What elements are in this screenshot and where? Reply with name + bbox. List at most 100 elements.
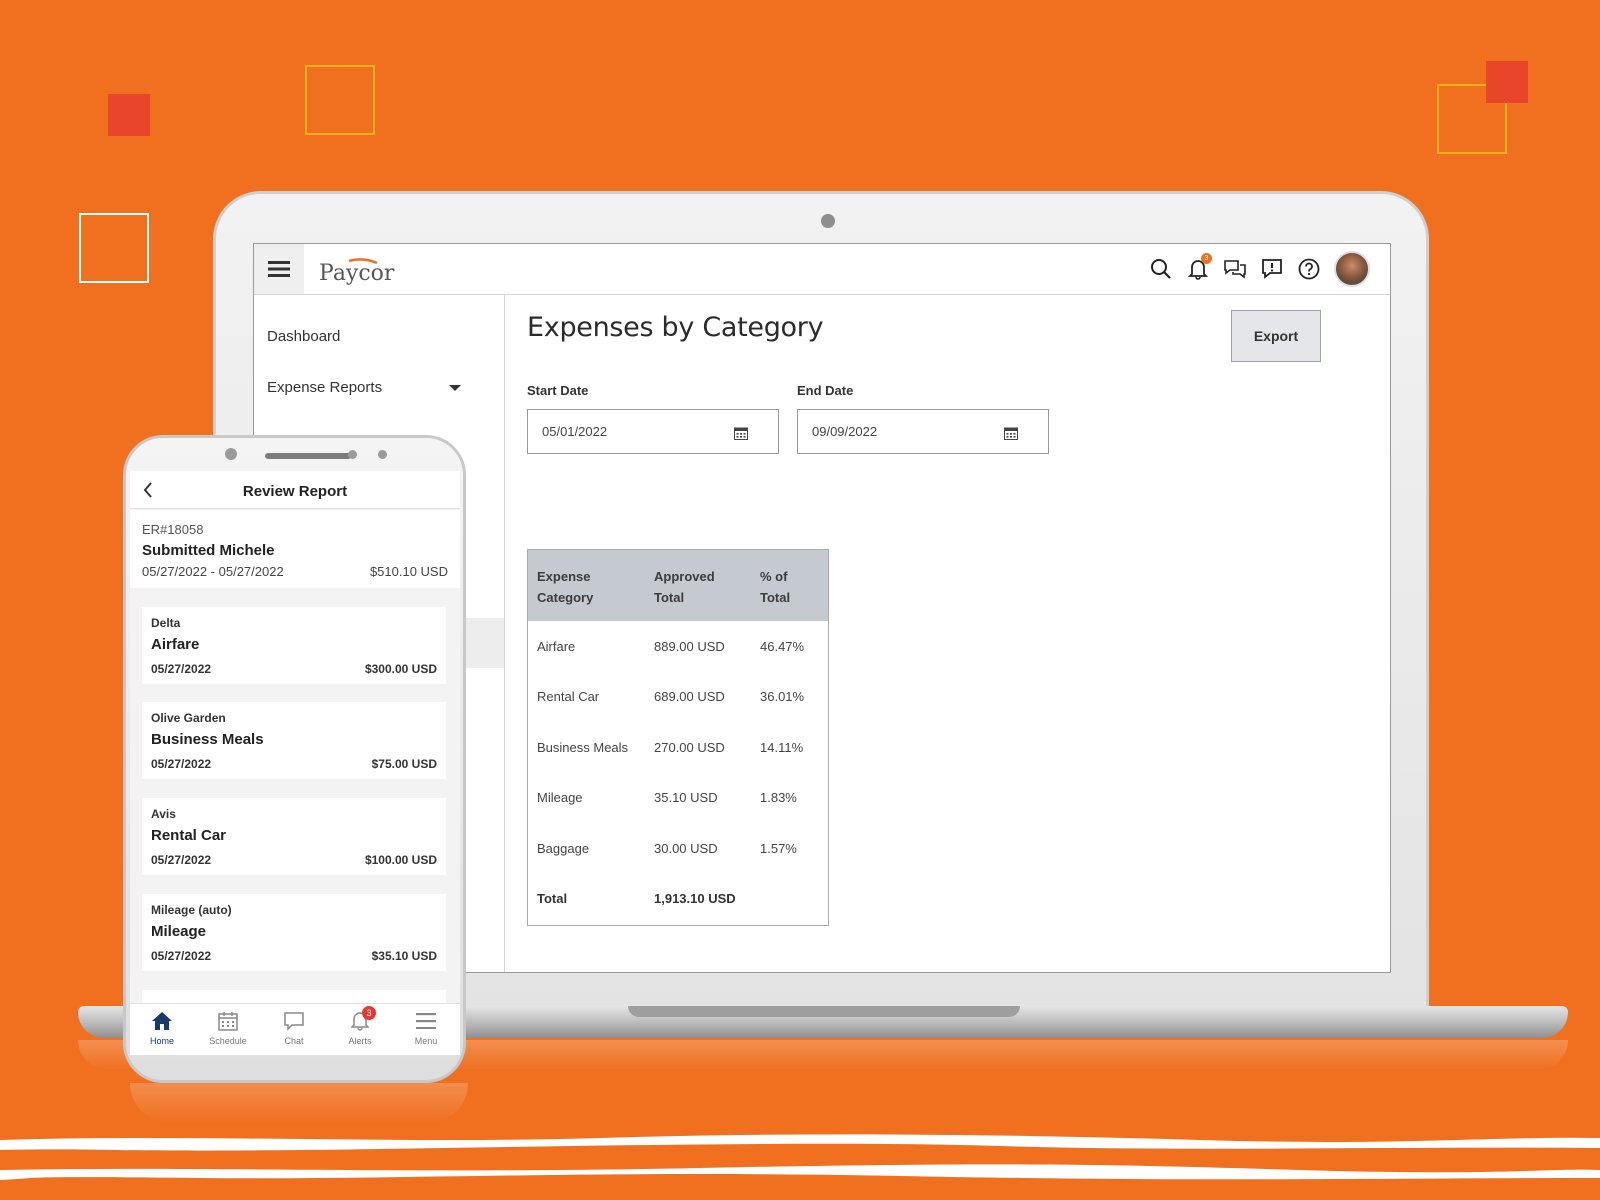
decor-wave-lines: [0, 1134, 1600, 1180]
expense-category: Rental Car: [151, 827, 227, 844]
nav-label: Home: [149, 1036, 174, 1046]
column-header-percent[interactable]: % of Total: [760, 566, 790, 608]
decor-square-white-outline: [79, 213, 149, 283]
report-summary: ER#18058 Submitted Michele 05/27/2022 - …: [130, 510, 460, 588]
cell-total-label: Total: [537, 891, 568, 906]
nav-item-alerts[interactable]: 3 Alerts: [330, 1006, 390, 1046]
paycor-logo[interactable]: Paycor: [319, 255, 409, 286]
start-date-label: Start Date: [527, 383, 589, 398]
hamburger-menu-button[interactable]: [254, 244, 304, 294]
page-title: Expenses by Category: [527, 312, 824, 343]
nav-label: Schedule: [209, 1036, 247, 1046]
end-date-input[interactable]: 09/09/2022: [797, 409, 1049, 454]
expense-amount: $100.00 USD: [364, 853, 437, 867]
cell-total: 35.10 USD: [654, 790, 718, 805]
mobile-page-title: Review Report: [242, 483, 348, 500]
table-row: Mileage 35.10 USD 1.83%: [528, 774, 828, 824]
expense-category: Airfare: [151, 636, 200, 653]
expenses-table: Expense Category Approved Total % of Tot…: [527, 549, 829, 926]
header-line: Total: [654, 590, 685, 605]
header-line: Expense: [537, 569, 591, 584]
search-icon[interactable]: [1149, 257, 1173, 281]
help-icon[interactable]: [1297, 257, 1321, 281]
table-row: Rental Car 689.00 USD 36.01%: [528, 673, 828, 723]
calendar-icon[interactable]: [734, 426, 748, 440]
start-date-input[interactable]: 05/01/2022: [527, 409, 779, 454]
mobile-bottom-nav: Home Schedule Chat 3 Alerts Menu: [130, 1003, 460, 1055]
chevron-down-icon[interactable]: [449, 385, 461, 391]
table-row: Airfare 889.00 USD 46.47%: [528, 623, 828, 673]
table-header: Expense Category Approved Total % of Tot…: [528, 550, 828, 621]
calendar-icon-end[interactable]: [1004, 426, 1018, 440]
sidebar-active-indicator: [464, 618, 504, 668]
export-button[interactable]: Export: [1231, 310, 1321, 362]
cell-total-value: 1,913.10 USD: [654, 891, 736, 906]
expense-vendor: Olive Garden: [151, 711, 226, 725]
nav-label: Menu: [414, 1036, 438, 1046]
phone-reflection: [130, 1083, 468, 1123]
cell-category: Rental Car: [537, 689, 600, 704]
expense-vendor: Delta: [151, 616, 181, 630]
header-line: Total: [760, 590, 791, 605]
mobile-header: Review Report: [130, 471, 460, 509]
expense-date: 05/27/2022: [151, 757, 212, 771]
expense-amount: $35.10 USD: [371, 949, 437, 963]
header-line: % of: [760, 569, 788, 584]
phone-camera: [225, 448, 237, 460]
decor-square-red: [108, 94, 150, 136]
end-date-label: End Date: [797, 383, 854, 398]
home-icon: [152, 1012, 172, 1030]
expense-category: Business Meals: [151, 731, 264, 748]
sidebar-item-dashboard[interactable]: Dashboard: [267, 328, 340, 345]
cell-total: 889.00 USD: [654, 639, 725, 654]
expense-card[interactable]: Delta Airfare 05/27/2022 $300.00 USD: [142, 607, 446, 684]
menu-icon: [416, 1013, 436, 1029]
user-avatar[interactable]: [1334, 251, 1370, 287]
table-row: Baggage 30.00 USD 1.57%: [528, 825, 828, 875]
nav-label: Alerts: [348, 1036, 372, 1046]
phone-sensor-2: [378, 450, 387, 459]
end-date-value: 09/09/2022: [812, 424, 878, 439]
cell-total: 270.00 USD: [654, 740, 725, 755]
cell-category: Business Meals: [537, 740, 629, 755]
expense-card[interactable]: Avis Rental Car 05/27/2022 $100.00 USD: [142, 798, 446, 875]
report-date-range: 05/27/2022 - 05/27/2022: [142, 564, 284, 579]
bell-icon[interactable]: 3: [1186, 253, 1212, 281]
expense-amount: $75.00 USD: [371, 757, 437, 771]
expense-vendor: Mileage (auto): [151, 903, 232, 917]
header-line: Category: [537, 590, 594, 605]
nav-item-chat[interactable]: Chat: [264, 1008, 324, 1046]
laptop-notch: [628, 1006, 1020, 1017]
sidebar-item-expense-reports[interactable]: Expense Reports: [267, 379, 382, 396]
cell-category: Mileage: [537, 790, 583, 805]
top-bar: Paycor 3: [254, 244, 1390, 295]
start-date-value: 05/01/2022: [542, 424, 608, 439]
table-row: Business Meals 270.00 USD 14.11%: [528, 724, 828, 774]
report-id: ER#18058: [142, 522, 204, 537]
column-header-category[interactable]: Expense Category: [537, 566, 593, 608]
expense-card[interactable]: Olive Garden Business Meals 05/27/2022 $…: [142, 702, 446, 779]
cell-total: 689.00 USD: [654, 689, 725, 704]
cell-percent: 36.01%: [760, 689, 805, 704]
chat-icon: [284, 1012, 304, 1031]
laptop-camera: [821, 214, 835, 228]
mobile-screen: Review Report ER#18058 Submitted Michele…: [130, 471, 460, 1055]
top-icon-group: 3: [1149, 251, 1370, 287]
nav-item-schedule[interactable]: Schedule: [198, 1008, 258, 1046]
cell-category: Airfare: [537, 639, 576, 654]
phone-speaker: [265, 453, 351, 459]
cell-percent: 46.47%: [760, 639, 805, 654]
feedback-icon[interactable]: [1260, 257, 1284, 281]
table-total-row: Total 1,913.10 USD: [528, 875, 828, 925]
chat-icon[interactable]: [1223, 257, 1247, 281]
report-submitter: Submitted Michele: [142, 542, 275, 559]
alerts-badge: 3: [362, 1006, 376, 1020]
column-header-approved-total[interactable]: Approved Total: [654, 566, 715, 608]
cell-category: Baggage: [537, 841, 590, 856]
nav-item-menu[interactable]: Menu: [396, 1008, 456, 1046]
cell-percent: 1.83%: [760, 790, 797, 805]
notification-badge: 3: [1201, 253, 1212, 264]
expense-card[interactable]: Mileage (auto) Mileage 05/27/2022 $35.10…: [142, 894, 446, 971]
main-content: Expenses by Category Export Start Date 0…: [505, 295, 1390, 972]
nav-item-home[interactable]: Home: [132, 1008, 192, 1046]
